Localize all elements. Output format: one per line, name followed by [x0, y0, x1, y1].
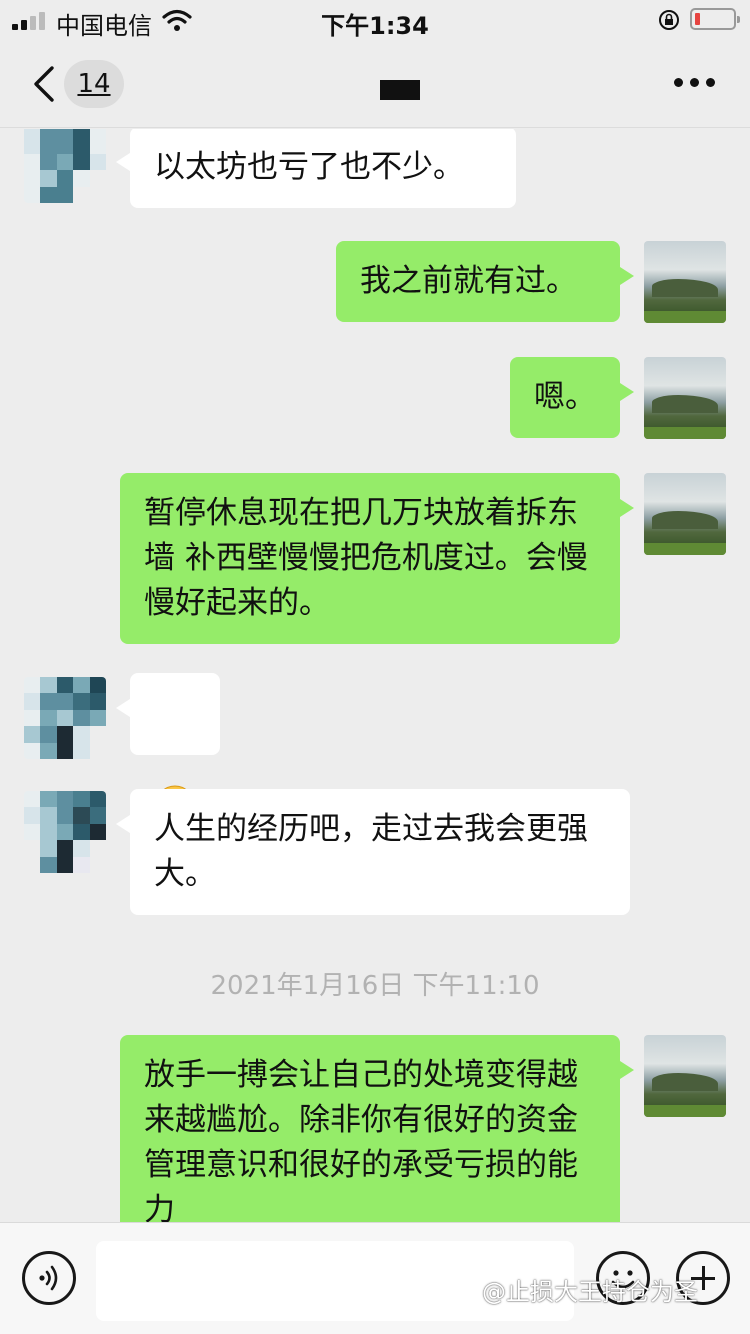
message-bubble[interactable]: 放手一搏会让自己的处境变得越来越尴尬。除非你有很好的资金管理意识和很好的承受亏损…: [120, 1035, 634, 1222]
contact-avatar[interactable]: [24, 677, 106, 759]
chevron-left-icon[interactable]: [28, 64, 64, 104]
message-bubble[interactable]: 我之前就有过。: [336, 241, 634, 322]
voice-icon[interactable]: [22, 1251, 76, 1305]
unread-count-badge[interactable]: 14: [64, 60, 124, 108]
contact-avatar[interactable]: [24, 791, 106, 873]
orientation-lock-icon: [659, 10, 679, 30]
message-timestamp: 2021年1月16日 下午11:10: [210, 971, 540, 1001]
status-bar: 中国电信 下午1:34: [0, 0, 750, 40]
message-bubble[interactable]: [116, 673, 220, 825]
my-avatar[interactable]: [644, 473, 726, 555]
status-time: 下午1:34: [321, 12, 429, 40]
message-list[interactable]: 以太坊也亏了也不少。 我之前就有过。 嗯。 暂停休息现在把几万块放着拆东墙 补西…: [0, 129, 750, 1222]
my-avatar[interactable]: [644, 357, 726, 439]
chat-header: 14: [0, 40, 750, 128]
chat-title-redacted: [380, 80, 420, 100]
battery-icon: [690, 8, 740, 30]
contact-avatar[interactable]: [24, 129, 106, 203]
message-bubble[interactable]: 暂停休息现在把几万块放着拆东墙 补西壁慢慢把危机度过。会慢慢好起来的。: [120, 473, 634, 644]
watermark-text: @止损大王持仓为圣: [482, 1278, 698, 1306]
message-bubble[interactable]: 人生的经历吧，走过去我会更强大。: [116, 789, 630, 915]
my-avatar[interactable]: [644, 241, 726, 323]
ellipsis-icon[interactable]: [674, 78, 716, 90]
my-avatar[interactable]: [644, 1035, 726, 1117]
message-bubble[interactable]: 嗯。: [510, 357, 634, 438]
message-bubble[interactable]: 以太坊也亏了也不少。: [116, 129, 516, 208]
